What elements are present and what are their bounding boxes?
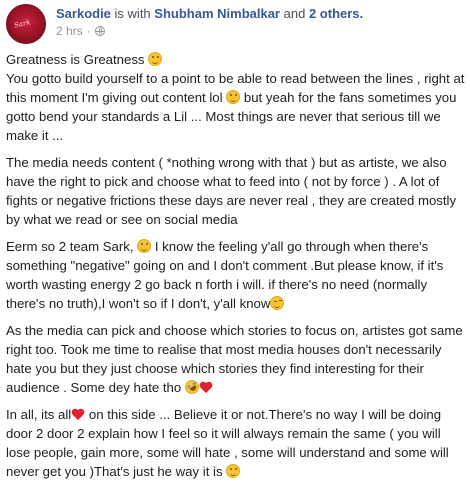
meta-line: 2 hrs · bbox=[56, 23, 363, 39]
globe-icon[interactable] bbox=[94, 26, 105, 36]
smiling-face-icon bbox=[148, 52, 163, 66]
smiling-face-icon bbox=[226, 464, 241, 478]
and-text: and bbox=[283, 6, 306, 21]
red-heart-icon bbox=[71, 408, 85, 421]
tagged-person-link[interactable]: Shubham Nimbalkar bbox=[154, 6, 280, 21]
post-body: Greatness is Greatness You gotto build y… bbox=[6, 50, 468, 489]
smiling-face-icon bbox=[226, 90, 241, 104]
header-text: Sarkodie is with Shubham Nimbalkar and 2… bbox=[56, 4, 363, 44]
smiling-face-icon bbox=[137, 239, 152, 253]
paragraph-3: Eerm so 2 team Sark, I know the feeling … bbox=[6, 237, 468, 313]
timestamp-link[interactable]: 2 hrs bbox=[56, 23, 83, 39]
p1-line-a: Greatness is Greatness bbox=[6, 52, 149, 67]
paragraph-5: In all, its all on this side ... Believe… bbox=[6, 405, 468, 481]
red-heart-icon bbox=[199, 381, 213, 394]
post-header: Sark Sarkodie is with Shubham Nimbalkar … bbox=[6, 4, 363, 44]
winking-face-icon bbox=[270, 296, 285, 310]
p4-text: As the media can pick and choose which s… bbox=[6, 323, 463, 395]
paragraph-4: As the media can pick and choose which s… bbox=[6, 321, 468, 397]
others-link[interactable]: 2 others. bbox=[309, 6, 363, 21]
p5-text-a: In all, its all bbox=[6, 407, 72, 422]
avatar[interactable]: Sark bbox=[6, 4, 46, 44]
author-line: Sarkodie is with Shubham Nimbalkar and 2… bbox=[56, 6, 363, 22]
paragraph-2: The media needs content ( *nothing wrong… bbox=[6, 155, 457, 227]
avatar-signature: Sark bbox=[13, 18, 32, 30]
p3-text-a: Eerm so 2 team Sark, bbox=[6, 239, 138, 254]
paragraph-1: Greatness is Greatness You gotto build y… bbox=[6, 50, 468, 145]
author-name-link[interactable]: Sarkodie bbox=[56, 6, 111, 21]
facebook-post: Sark Sarkodie is with Shubham Nimbalkar … bbox=[0, 0, 470, 479]
with-text: is with bbox=[114, 6, 151, 21]
separator: · bbox=[86, 24, 91, 38]
